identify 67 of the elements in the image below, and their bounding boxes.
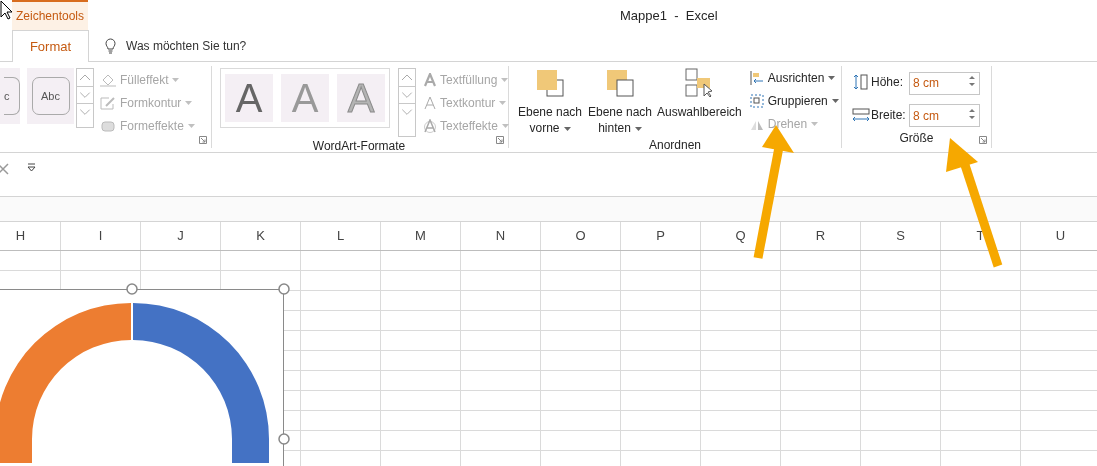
spin-arrows-icon[interactable] xyxy=(968,74,976,88)
caret-icon xyxy=(828,75,836,80)
group-label: WordArt-Formate xyxy=(312,138,406,155)
wordart-style-thumbnail[interactable]: A xyxy=(225,74,273,122)
group-label: Größe xyxy=(899,130,934,147)
size-spin-field[interactable]: 8 cm xyxy=(909,71,980,95)
size-spin-field[interactable]: 8 cm xyxy=(909,104,980,127)
column-header[interactable]: L xyxy=(301,222,381,250)
ribbon-large-button[interactable]: Auswahlbereich xyxy=(655,68,744,136)
selection-pane-icon xyxy=(684,68,715,98)
text-fill-icon xyxy=(424,72,436,87)
close-icon[interactable] xyxy=(0,163,9,175)
ribbon-command[interactable]: Gruppieren xyxy=(767,91,839,110)
shape-style-thumbnail[interactable]: Abc xyxy=(31,77,70,115)
text-effects-icon xyxy=(424,118,436,133)
column-header[interactable]: M xyxy=(381,222,461,250)
caret-icon xyxy=(501,77,509,82)
caret-icon xyxy=(185,100,193,105)
column-header[interactable]: H xyxy=(0,222,61,250)
column-header[interactable]: P xyxy=(621,222,701,250)
text-outline-icon xyxy=(424,95,436,110)
dialog-launcher-icon[interactable] xyxy=(496,136,504,144)
column-header[interactable]: O xyxy=(541,222,621,250)
resize-handle[interactable] xyxy=(126,283,138,295)
column-header[interactable]: U xyxy=(1021,222,1097,250)
align-icon xyxy=(749,70,764,85)
ribbon-large-button[interactable]: Ebene nach vorne xyxy=(515,68,585,136)
field-label: Breite: xyxy=(871,106,907,124)
ribbon-large-button[interactable]: Ebene nach hinten xyxy=(585,68,655,136)
layers-icon xyxy=(605,68,635,98)
shape-effects-icon xyxy=(100,118,116,133)
spin-arrows-icon[interactable] xyxy=(968,106,976,121)
caret-icon xyxy=(831,98,839,103)
column-header[interactable]: J xyxy=(141,222,221,250)
column-header[interactable]: N xyxy=(461,222,541,250)
field-label: Höhe: xyxy=(871,74,905,92)
tell-me-field[interactable]: Was möchten Sie tun? xyxy=(126,36,276,55)
resize-handle[interactable] xyxy=(278,283,290,295)
lightbulb-icon xyxy=(105,37,116,54)
caret-icon xyxy=(811,121,819,126)
paint-bucket-icon xyxy=(100,72,116,87)
shape-style-thumbnail[interactable]: c xyxy=(4,77,20,115)
dialog-launcher-icon[interactable] xyxy=(199,136,207,144)
ribbon-command[interactable]: Ausrichten xyxy=(767,68,836,87)
width-icon xyxy=(852,106,870,123)
ribbon-tab[interactable]: Format xyxy=(12,30,89,62)
caret-icon xyxy=(172,77,180,82)
layers-icon xyxy=(535,68,565,98)
column-header[interactable]: R xyxy=(781,222,861,250)
resize-handle[interactable] xyxy=(278,433,290,445)
column-header[interactable]: I xyxy=(61,222,141,250)
caret-icon xyxy=(187,123,195,128)
context-tab-header: Zeichentools xyxy=(12,0,88,30)
column-header[interactable]: S xyxy=(861,222,941,250)
height-icon xyxy=(852,74,870,91)
expand-icon[interactable] xyxy=(27,163,36,172)
caret-icon xyxy=(634,126,642,131)
group-objects-icon xyxy=(749,93,764,108)
pencil-outline-icon xyxy=(100,95,116,110)
column-header[interactable]: K xyxy=(221,222,301,250)
caret-icon xyxy=(563,126,571,131)
column-header[interactable]: Q xyxy=(701,222,781,250)
window-title: Mappe1 - Excel xyxy=(620,7,718,25)
dialog-launcher-icon[interactable] xyxy=(979,136,987,144)
caret-icon xyxy=(499,100,507,105)
caret-icon xyxy=(501,123,509,128)
group-label: Anordnen xyxy=(648,137,701,154)
